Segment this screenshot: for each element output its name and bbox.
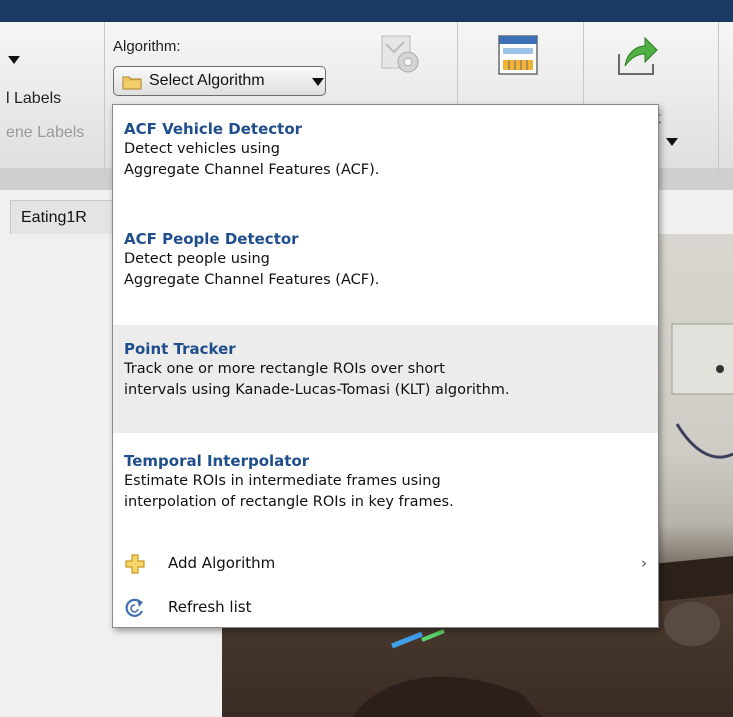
menu-item-title: ACF People Detector	[124, 230, 299, 248]
scene-labels-partial[interactable]: ene Labels	[6, 124, 84, 142]
menu-item-description: Estimate ROIs in intermediate frames usi…	[124, 473, 441, 489]
refresh-icon	[125, 598, 144, 617]
menu-item-acf-vehicle-detector[interactable]: ACF Vehicle Detector Detect vehicles usi…	[113, 119, 658, 181]
folder-icon	[122, 76, 142, 90]
label-definitions-partial[interactable]: l Labels	[6, 90, 61, 108]
algorithm-label: Algorithm:	[113, 38, 181, 55]
menu-item-description: Aggregate Channel Features (ACF).	[124, 162, 380, 178]
chevron-down-icon[interactable]	[8, 56, 20, 64]
view-layout-icon[interactable]	[497, 34, 541, 78]
chevron-right-icon: ›	[641, 554, 647, 572]
algorithm-dropdown-menu: ACF Vehicle Detector Detect vehicles usi…	[112, 104, 659, 628]
select-algorithm-button[interactable]: Select Algorithm	[113, 66, 326, 96]
gear-settings-icon[interactable]	[376, 32, 424, 76]
refresh-list-label: Refresh list	[168, 598, 252, 616]
toolstrip-separator	[718, 22, 719, 174]
refresh-list-menu-item[interactable]: Refresh list	[113, 589, 658, 627]
menu-item-acf-people-detector[interactable]: ACF People Detector Detect people using …	[113, 229, 658, 291]
menu-item-description: intervals using Kanade-Lucas-Tomasi (KLT…	[124, 382, 510, 398]
export-icon[interactable]	[615, 34, 659, 78]
add-algorithm-label: Add Algorithm	[168, 554, 276, 572]
toolstrip-separator	[104, 22, 105, 174]
select-algorithm-label: Select Algorithm	[149, 72, 265, 89]
menu-item-description: Detect vehicles using	[124, 141, 280, 157]
menu-item-description: Track one or more rectangle ROIs over sh…	[124, 361, 445, 377]
menu-item-title: ACF Vehicle Detector	[124, 120, 303, 138]
plus-icon	[125, 554, 145, 574]
menu-item-temporal-interpolator[interactable]: Temporal Interpolator Estimate ROIs in i…	[113, 451, 658, 513]
menu-item-point-tracker[interactable]: Point Tracker Track one or more rectangl…	[113, 325, 658, 433]
add-algorithm-menu-item[interactable]: Add Algorithm ›	[113, 545, 658, 583]
window-top-bar	[0, 0, 733, 22]
menu-item-title: Temporal Interpolator	[124, 452, 310, 470]
menu-item-description: interpolation of rectangle ROIs in key f…	[124, 494, 454, 510]
menu-item-description: Detect people using	[124, 251, 270, 267]
menu-item-title: Point Tracker	[124, 340, 236, 358]
chevron-down-icon	[312, 78, 324, 86]
menu-item-description: Aggregate Channel Features (ACF).	[124, 272, 380, 288]
chevron-down-icon[interactable]	[666, 138, 678, 146]
tab-label: Eating1R	[21, 209, 87, 226]
